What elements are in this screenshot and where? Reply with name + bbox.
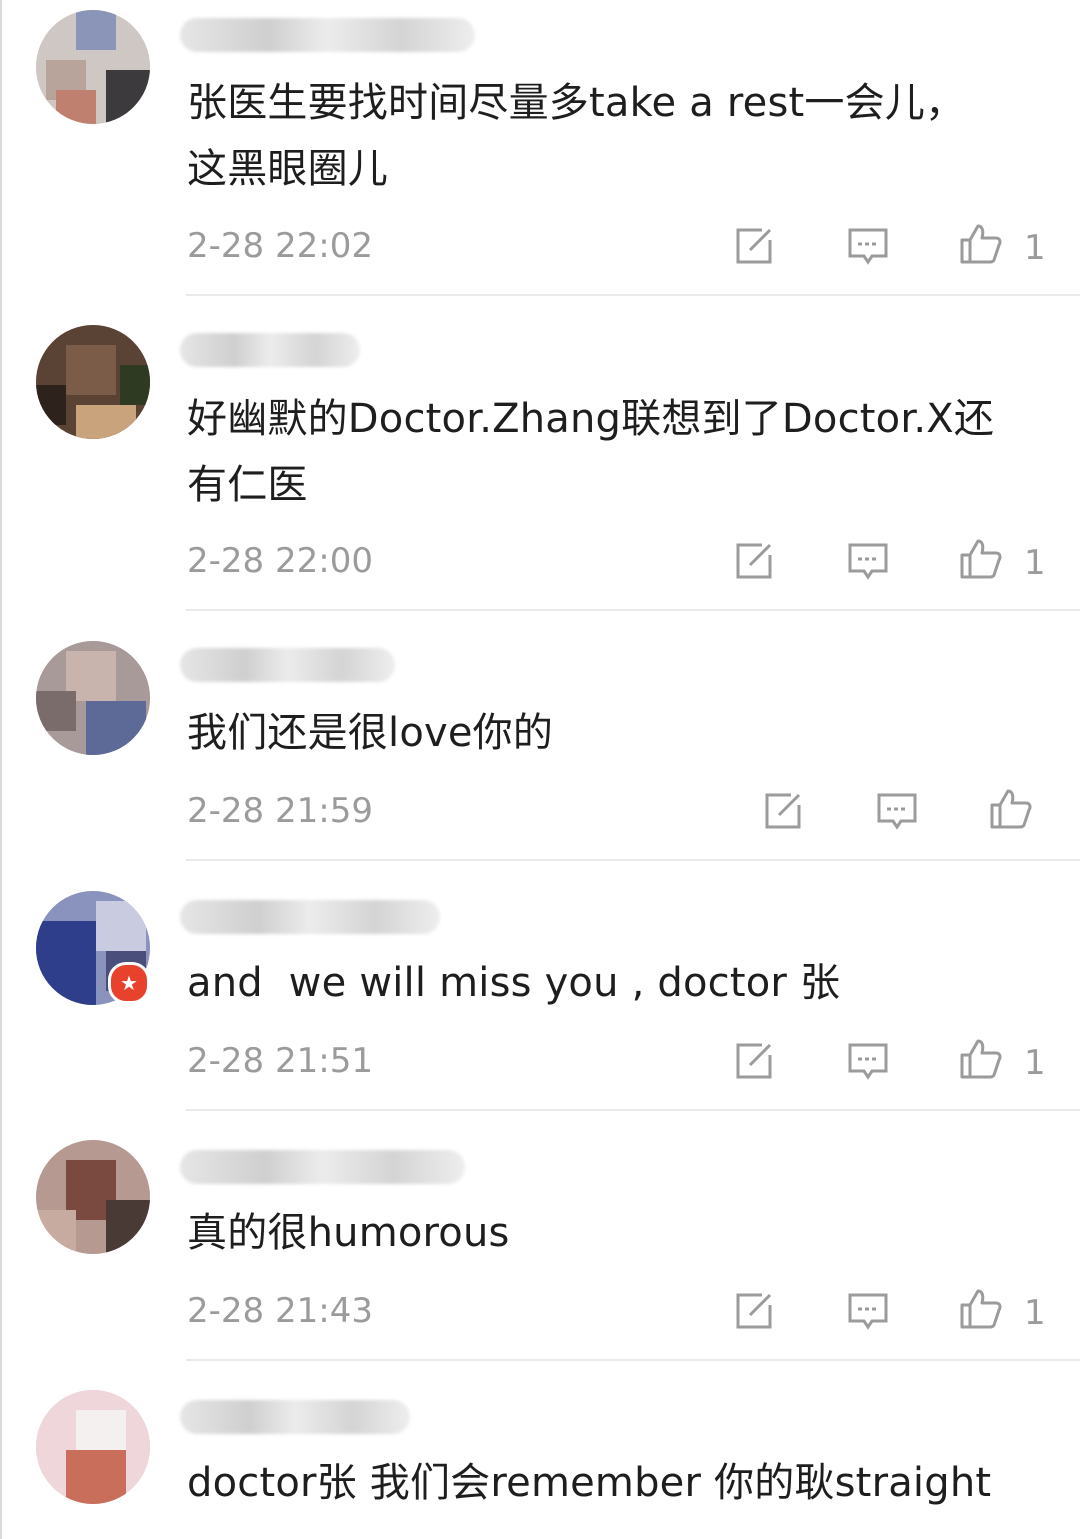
thumbs-up-icon[interactable]	[958, 1037, 1002, 1081]
comment-time: 2-28 21:59	[187, 791, 373, 831]
like-count: 1	[1024, 543, 1046, 583]
username-blurred[interactable]	[180, 1150, 465, 1184]
username-blurred[interactable]	[180, 900, 440, 934]
avatar[interactable]	[36, 1140, 150, 1254]
thumbs-up-icon[interactable]	[958, 1287, 1002, 1331]
divider	[186, 859, 1080, 861]
comment-text: 张医生要找时间尽量多take a rest一会儿， 这黑眼圈儿	[187, 80, 966, 192]
divider	[186, 294, 1080, 296]
avatar[interactable]	[36, 641, 150, 755]
share-edit-icon[interactable]	[732, 1289, 776, 1333]
left-edge-line	[0, 0, 2, 1539]
divider	[186, 609, 1080, 611]
comment-time: 2-28 21:43	[187, 1291, 373, 1331]
divider	[186, 1109, 1080, 1111]
username-blurred[interactable]	[180, 18, 475, 52]
comment-text: 我们还是很love你的	[187, 710, 554, 756]
thumbs-up-icon[interactable]	[958, 222, 1002, 266]
like-count: 1	[1024, 228, 1046, 268]
comment-icon[interactable]	[875, 789, 919, 833]
thumbs-up-icon[interactable]	[988, 787, 1032, 831]
comment-text: 真的很humorous	[187, 1210, 510, 1256]
comment-icon[interactable]	[846, 539, 890, 583]
avatar[interactable]	[36, 1390, 150, 1504]
comment-time: 2-28 21:51	[187, 1041, 373, 1081]
avatar[interactable]	[36, 325, 150, 439]
star-badge-icon: ★	[108, 962, 150, 1004]
divider	[186, 1359, 1080, 1361]
username-blurred[interactable]	[180, 648, 395, 682]
share-edit-icon[interactable]	[761, 789, 805, 833]
share-edit-icon[interactable]	[732, 539, 776, 583]
like-count: 1	[1024, 1293, 1046, 1333]
comment-text: and we will miss you , doctor 张	[187, 960, 841, 1006]
comment-text: doctor张 我们会remember 你的耿straight	[187, 1460, 992, 1506]
like-count: 1	[1024, 1043, 1046, 1083]
avatar[interactable]	[36, 10, 150, 124]
comment-time: 2-28 22:02	[187, 226, 373, 266]
thumbs-up-icon[interactable]	[958, 537, 1002, 581]
username-blurred[interactable]	[180, 333, 360, 367]
comment-icon[interactable]	[846, 224, 890, 268]
share-edit-icon[interactable]	[732, 224, 776, 268]
username-blurred[interactable]	[180, 1400, 410, 1434]
comment-icon[interactable]	[846, 1039, 890, 1083]
comment-time: 2-28 22:00	[187, 541, 373, 581]
share-edit-icon[interactable]	[732, 1039, 776, 1083]
comment-icon[interactable]	[846, 1289, 890, 1333]
comment-text: 好幽默的Doctor.Zhang联想到了Doctor.X还 有仁医	[187, 396, 995, 508]
